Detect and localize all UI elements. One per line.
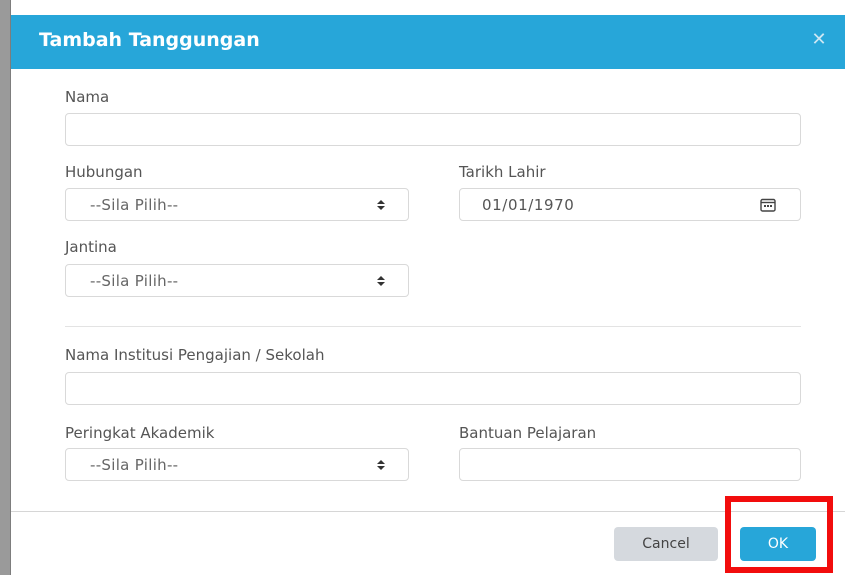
tarikh-lahir-value: 01/01/1970 — [482, 196, 575, 214]
ok-button-highlight — [725, 496, 833, 573]
hubungan-selected-value: --Sila Pilih-- — [90, 196, 179, 214]
nama-input[interactable] — [65, 113, 801, 146]
modal-backdrop — [0, 0, 10, 575]
dialog-title: Tambah Tanggungan — [39, 29, 260, 51]
sort-arrows-icon — [377, 460, 385, 470]
nama-label: Nama — [65, 88, 110, 106]
cancel-button[interactable]: Cancel — [614, 527, 718, 561]
institusi-input[interactable] — [65, 372, 801, 405]
close-icon[interactable]: ✕ — [808, 29, 830, 51]
tarikh-lahir-label: Tarikh Lahir — [459, 163, 546, 181]
sort-arrows-icon — [377, 200, 385, 210]
calendar-icon[interactable] — [760, 198, 776, 212]
peringkat-akademik-select[interactable]: --Sila Pilih-- — [65, 448, 409, 481]
hubungan-select[interactable]: --Sila Pilih-- — [65, 188, 409, 221]
institusi-label: Nama Institusi Pengajian / Sekolah — [65, 346, 325, 364]
sort-arrows-icon — [377, 276, 385, 286]
jantina-select[interactable]: --Sila Pilih-- — [65, 264, 409, 297]
peringkat-akademik-selected-value: --Sila Pilih-- — [90, 456, 179, 474]
section-divider — [65, 326, 801, 327]
bantuan-pelajaran-label: Bantuan Pelajaran — [459, 424, 597, 442]
footer-divider — [11, 511, 845, 512]
bantuan-pelajaran-input[interactable] — [459, 448, 801, 481]
jantina-selected-value: --Sila Pilih-- — [90, 272, 179, 290]
peringkat-akademik-label: Peringkat Akademik — [65, 424, 215, 442]
jantina-label: Jantina — [65, 238, 117, 256]
hubungan-label: Hubungan — [65, 163, 143, 181]
dialog-header: Tambah Tanggungan ✕ — [11, 15, 845, 69]
tarikh-lahir-input[interactable]: 01/01/1970 — [459, 188, 801, 221]
add-dependent-dialog: Tambah Tanggungan ✕ Nama Hubungan --Sila… — [10, 0, 845, 575]
